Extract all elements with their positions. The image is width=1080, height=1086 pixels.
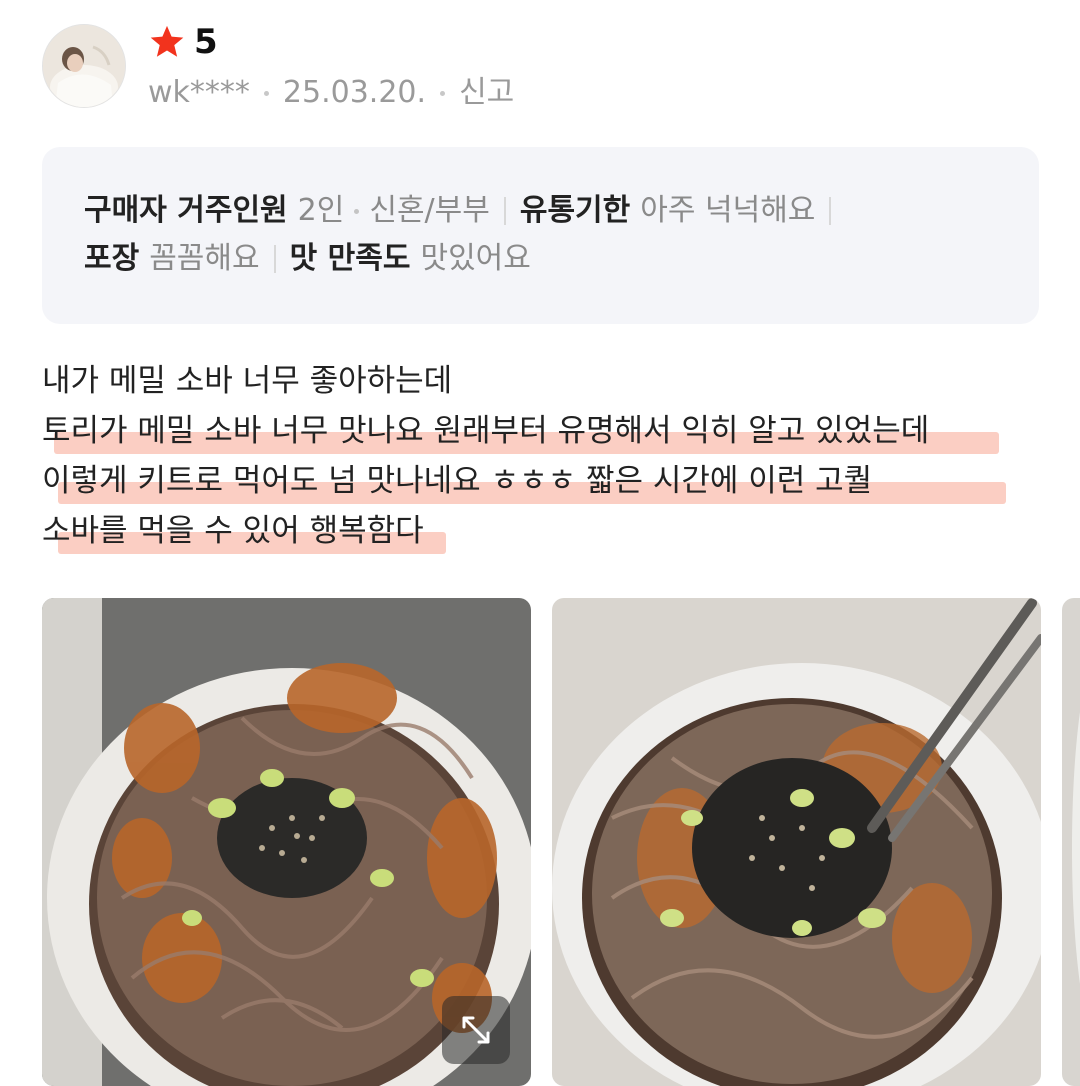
review-line-text: 소바를 먹을 수 있어 행복함다: [42, 513, 424, 549]
review-line: 소바를 먹을 수 있어 행복함다: [42, 506, 1052, 556]
review-date: 25.03.20.: [282, 75, 427, 110]
divider: [503, 197, 506, 225]
expand-button[interactable]: [442, 996, 510, 1064]
survey-value-expiry: 아주 넉넉해요: [640, 193, 816, 228]
survey-line: 구매자 거주인원 2인 신혼/부부 유통기한 아주 넉넉해요: [84, 187, 997, 235]
review-line-text: 이렇게 키트로 먹어도 넘 맛나네요 ㅎㅎㅎ 짧은 시간에 이런 고퀄: [42, 463, 873, 499]
survey-box: 구매자 거주인원 2인 신혼/부부 유통기한 아주 넉넉해요 포장 꼼꼼해요 맛…: [42, 147, 1039, 324]
avatar[interactable]: [42, 24, 126, 108]
report-link[interactable]: 신고: [459, 72, 514, 114]
rating-value: 5: [194, 22, 218, 62]
user-name: wk****: [148, 75, 250, 110]
divider: [273, 245, 276, 273]
review-text: 내가 메밀 소바 너무 좋아하는데 토리가 메밀 소바 너무 맛나요 원래부터 …: [42, 356, 1052, 556]
divider: [829, 197, 832, 225]
review-card: 5 wk**** 25.03.20. 신고 구매자 거주인원 2인 신혼/부부 …: [0, 0, 1080, 1086]
review-line: 토리가 메밀 소바 너무 맛나요 원래부터 유명해서 익히 알고 있었는데: [42, 406, 1052, 456]
survey-value-packaging: 꼼꼼해요: [149, 241, 260, 276]
review-photo[interactable]: [1062, 598, 1080, 1086]
separator-dot: [354, 208, 360, 214]
survey-value-taste: 맛있어요: [420, 241, 531, 276]
review-line-text: 토리가 메밀 소바 너무 맛나요 원래부터 유명해서 익히 알고 있었는데: [42, 413, 930, 449]
review-line: 이렇게 키트로 먹어도 넘 맛나네요 ㅎㅎㅎ 짧은 시간에 이런 고퀄: [42, 456, 1052, 506]
separator-dot: [440, 90, 446, 96]
review-line: 내가 메밀 소바 너무 좋아하는데: [42, 356, 1052, 406]
survey-key-household: 구매자 거주인원: [84, 193, 288, 228]
review-photo[interactable]: [552, 598, 1041, 1086]
expand-icon: [462, 1016, 490, 1044]
star-icon: [150, 25, 184, 57]
review-line-text: 내가 메밀 소바 너무 좋아하는데: [42, 363, 453, 399]
survey-value-household: 2인: [297, 193, 345, 228]
survey-line: 포장 꼼꼼해요 맛 만족도 맛있어요: [84, 235, 997, 283]
rating: 5: [148, 20, 218, 64]
separator-dot: [263, 90, 269, 96]
review-meta: wk**** 25.03.20. 신고: [148, 72, 514, 114]
survey-key-taste: 맛 만족도: [289, 241, 411, 276]
survey-key-expiry: 유통기한: [519, 193, 631, 228]
survey-value-household-type: 신혼/부부: [369, 193, 490, 228]
survey-key-packaging: 포장: [84, 241, 140, 276]
